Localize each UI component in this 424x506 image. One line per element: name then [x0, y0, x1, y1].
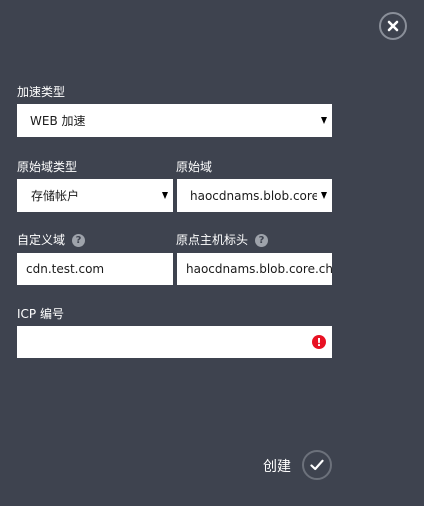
chevron-down-icon — [162, 192, 168, 199]
help-icon[interactable]: ? — [72, 234, 86, 247]
origin-host-header-label: 原点主机标头 — [176, 233, 249, 247]
close-button[interactable] — [379, 12, 407, 40]
custom-domain-label-row: 自定义域? — [17, 233, 86, 247]
custom-domain-input[interactable]: cdn.test.com — [17, 253, 173, 285]
error-icon: ! — [312, 335, 326, 349]
origin-domain-select[interactable]: haocdnams.blob.core.chinacloudapi.cn — [177, 179, 332, 212]
origin-type-select[interactable]: 存储帐户 — [17, 179, 173, 212]
origin-domain-label: 原始域 — [176, 160, 213, 174]
origin-host-header-input[interactable]: haocdnams.blob.core.chinacloudapi.cn — [177, 253, 332, 285]
origin-type-label: 原始域类型 — [17, 160, 78, 174]
icp-label: ICP 编号 — [17, 307, 64, 321]
icp-input[interactable]: ! — [17, 326, 332, 358]
accel-type-select[interactable]: WEB 加速 — [17, 104, 332, 137]
chevron-down-icon — [321, 192, 327, 199]
origin-domain-value: haocdnams.blob.core.chinacloudapi.cn — [190, 188, 317, 203]
custom-domain-label: 自定义域 — [17, 233, 66, 247]
help-icon[interactable]: ? — [255, 234, 269, 247]
accel-type-value: WEB 加速 — [30, 114, 86, 128]
origin-type-value: 存储帐户 — [31, 189, 80, 203]
origin-host-header-label-row: 原点主机标头? — [176, 233, 269, 247]
chevron-down-icon — [321, 117, 327, 124]
create-button[interactable] — [302, 450, 332, 480]
checkmark-icon — [310, 459, 324, 471]
close-icon — [387, 20, 399, 32]
create-label[interactable]: 创建 — [263, 456, 291, 476]
origin-host-header-value: haocdnams.blob.core.chinacloudapi.cn — [186, 262, 332, 276]
accel-type-label: 加速类型 — [17, 85, 66, 99]
custom-domain-value: cdn.test.com — [26, 262, 105, 276]
